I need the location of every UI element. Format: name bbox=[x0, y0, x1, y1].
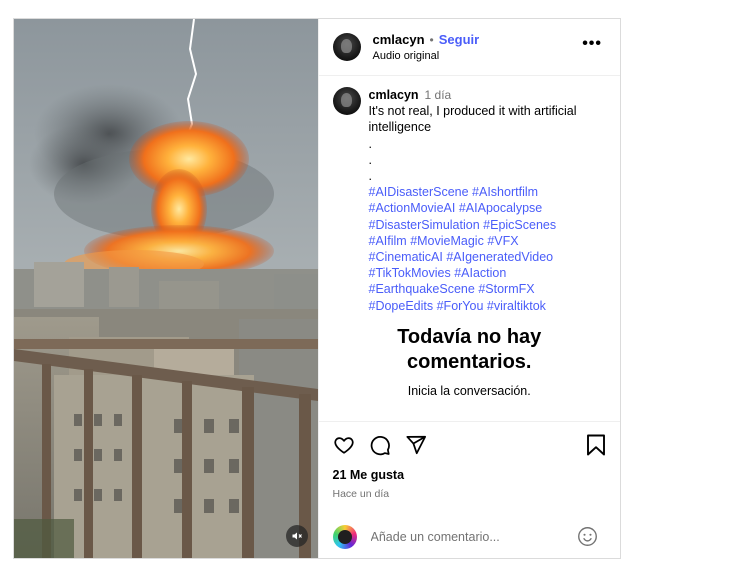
hashtag-link[interactable]: #StormFX bbox=[478, 282, 534, 296]
hashtag-link[interactable]: #viraltiktok bbox=[487, 299, 546, 313]
separator-dot: • bbox=[429, 32, 434, 47]
more-options-icon[interactable]: ••• bbox=[582, 36, 602, 52]
hashtag-link[interactable]: #AIshortfilm bbox=[472, 185, 538, 199]
hashtag-link[interactable]: #DisasterSimulation bbox=[369, 218, 480, 232]
avatar[interactable] bbox=[332, 33, 361, 61]
hashtag-link[interactable]: #EpicScenes bbox=[483, 218, 556, 232]
caption-avatar[interactable] bbox=[332, 87, 361, 115]
post-timestamp: Hace un día bbox=[332, 488, 390, 500]
hashtag-link[interactable]: #VFX bbox=[487, 234, 518, 248]
hashtag-link[interactable]: #AIaction bbox=[454, 266, 506, 280]
caption-dot-line: . bbox=[368, 152, 372, 167]
caption-username[interactable]: cmlacyn bbox=[369, 87, 419, 103]
speaker-muted-icon bbox=[292, 532, 302, 540]
hashtag-link[interactable]: #ActionMovieAI bbox=[369, 201, 456, 215]
share-icon[interactable] bbox=[405, 434, 427, 456]
audio-link[interactable]: Audio original bbox=[373, 50, 480, 62]
mute-button[interactable] bbox=[286, 525, 308, 547]
empty-comments-title: Todavía no hay comentarios. bbox=[397, 325, 542, 373]
post-header: cmlacyn • Seguir Audio original ••• bbox=[318, 19, 620, 76]
emoji-icon[interactable] bbox=[577, 526, 598, 547]
hashtag-link[interactable]: #CinematicAI bbox=[369, 250, 443, 264]
hashtag-link[interactable]: #AIDisasterScene bbox=[369, 185, 469, 199]
hashtag-link[interactable]: #MovieMagic bbox=[410, 234, 484, 248]
hashtag-link[interactable]: #EarthquakeScene bbox=[369, 282, 475, 296]
caption: cmlacyn 1 día It's not real, I produced … bbox=[332, 87, 607, 314]
comments-section: cmlacyn 1 día It's not real, I produced … bbox=[319, 76, 621, 421]
comment-input[interactable] bbox=[370, 530, 571, 544]
caption-dot-line: . bbox=[368, 136, 372, 151]
hashtag-link[interactable]: #AIgeneratedVideo bbox=[446, 250, 553, 264]
likes-count[interactable]: 21 Me gusta bbox=[333, 468, 607, 482]
caption-time: 1 día bbox=[424, 88, 452, 102]
empty-comments-subtitle: Inicia la conversación. bbox=[407, 383, 531, 398]
explosion-scene-image bbox=[14, 19, 318, 558]
hashtag-link[interactable]: #AIfilm bbox=[369, 234, 407, 248]
comment-icon[interactable] bbox=[369, 434, 391, 456]
hashtag-link[interactable]: #AIApocalypse bbox=[459, 201, 542, 215]
post-details-panel: cmlacyn • Seguir Audio original ••• cmla… bbox=[317, 19, 621, 558]
hashtag-link[interactable]: #ForYou bbox=[437, 299, 484, 313]
caption-dot-line: . bbox=[368, 168, 372, 183]
post-actions: 21 Me gusta Hace un día bbox=[318, 421, 620, 516]
follow-button[interactable]: Seguir bbox=[439, 32, 479, 47]
post-video[interactable] bbox=[14, 19, 318, 558]
add-comment-bar bbox=[319, 516, 621, 558]
instagram-post: cmlacyn • Seguir Audio original ••• cmla… bbox=[13, 18, 621, 559]
hashtag-link[interactable]: #DopeEdits bbox=[369, 299, 434, 313]
empty-comments-state: Todavía no hay comentarios. Inicia la co… bbox=[333, 325, 607, 398]
hashtag-list: #AIDisasterScene #AIshortfilm #ActionMov… bbox=[369, 184, 599, 314]
heart-icon[interactable] bbox=[333, 434, 355, 456]
hashtag-link[interactable]: #TikTokMovies bbox=[369, 266, 451, 280]
header-username[interactable]: cmlacyn bbox=[373, 32, 425, 47]
current-user-avatar bbox=[332, 525, 357, 549]
bookmark-icon[interactable] bbox=[586, 434, 606, 456]
caption-text: It's not real, I produced it with artifi… bbox=[368, 104, 577, 135]
